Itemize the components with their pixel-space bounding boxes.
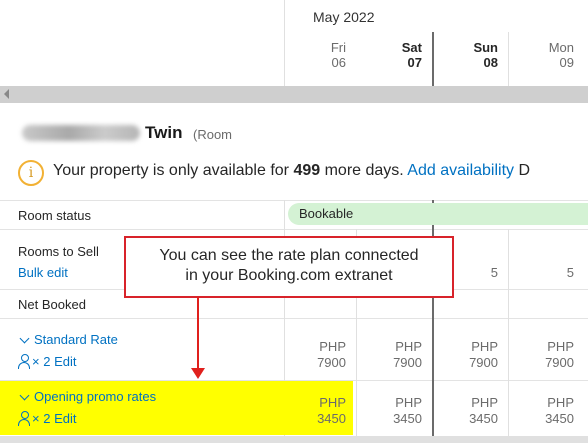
rate-plan-occupancy[interactable]: × 2 Edit	[18, 411, 76, 426]
occupancy-text: × 2	[32, 411, 51, 426]
price-currency: PHP	[547, 339, 574, 354]
rate-cell[interactable]: PHP 7900	[510, 339, 586, 371]
chevron-left-icon[interactable]	[4, 89, 9, 99]
day-name: Sat	[401, 40, 422, 55]
bottom-scrollbar[interactable]	[0, 436, 588, 443]
day-header-sat: Sat 07	[358, 40, 434, 70]
price-amount: 7900	[393, 355, 422, 370]
price-amount: 7900	[317, 355, 346, 370]
room-subtitle: (Room	[193, 127, 233, 142]
annotation-arrow	[197, 297, 199, 370]
info-icon: i	[18, 160, 44, 186]
price-amount: 7900	[545, 355, 574, 370]
row-divider	[0, 200, 588, 201]
annotation-callout: You can see the rate plan connected in y…	[124, 236, 454, 298]
price-currency: PHP	[547, 395, 574, 410]
price-currency: PHP	[319, 339, 346, 354]
day-name: Sun	[473, 40, 498, 55]
day-header-sun: Sun 08	[434, 40, 510, 70]
day-date: 08	[483, 55, 498, 70]
rate-cell[interactable]: PHP 7900	[358, 339, 434, 371]
chevron-down-icon[interactable]	[19, 333, 30, 344]
horizontal-scrollbar[interactable]	[0, 86, 588, 103]
rate-plan-name: Opening promo rates	[34, 389, 157, 404]
price-currency: PHP	[471, 395, 498, 410]
day-header-fri: Fri 06	[282, 40, 358, 70]
week-divider	[432, 32, 434, 86]
price-amount: 3450	[545, 411, 574, 426]
rate-cell[interactable]: PHP 3450	[510, 395, 586, 427]
add-availability-link[interactable]: Add availability	[407, 162, 514, 179]
notice-text: Your property is only available for	[53, 162, 294, 179]
rooms-to-sell-value[interactable]: 5	[510, 265, 586, 281]
availability-notice: Your property is only available for 499 …	[53, 162, 530, 180]
rate-plan-standard[interactable]: Standard Rate	[18, 332, 118, 347]
column-divider	[508, 32, 509, 86]
edit-link[interactable]: Edit	[54, 354, 76, 369]
edit-link[interactable]: Edit	[54, 411, 76, 426]
room-status-label: Room status	[18, 208, 91, 223]
row-divider	[0, 318, 588, 319]
rate-plan-promo[interactable]: Opening promo rates	[18, 389, 156, 404]
day-name: Fri	[330, 40, 346, 55]
callout-line: in your Booking.com extranet	[185, 267, 393, 284]
day-header-mon: Mon 09	[510, 40, 586, 70]
notice-days: 499	[293, 162, 321, 179]
rate-cell[interactable]: PHP 3450	[434, 395, 510, 427]
column-divider	[284, 0, 285, 86]
price-amount: 3450	[393, 411, 422, 426]
bulk-edit-link[interactable]: Bulk edit	[18, 265, 68, 280]
status-badge: Bookable	[288, 203, 588, 225]
price-currency: PHP	[395, 339, 422, 354]
rate-cell[interactable]: PHP 7900	[282, 339, 358, 371]
arrow-head-icon	[191, 368, 205, 379]
price-currency: PHP	[395, 395, 422, 410]
day-date: 07	[407, 55, 422, 70]
person-icon	[18, 354, 30, 369]
blurred-room-name	[22, 125, 140, 141]
chevron-down-icon[interactable]	[19, 390, 30, 401]
net-booked-label: Net Booked	[18, 297, 86, 312]
notice-trailing: D	[514, 162, 531, 179]
callout-line: You can see the rate plan connected	[159, 247, 419, 264]
room-title: Twin	[145, 123, 183, 142]
price-amount: 7900	[469, 355, 498, 370]
month-label: May 2022	[313, 9, 375, 25]
price-currency: PHP	[471, 339, 498, 354]
day-name: Mon	[548, 40, 574, 55]
day-date: 06	[331, 55, 346, 70]
notice-text-after: more days.	[320, 162, 408, 179]
person-icon	[18, 411, 30, 426]
rate-cell[interactable]: PHP 7900	[434, 339, 510, 371]
row-divider	[0, 229, 588, 230]
price-currency: PHP	[319, 395, 346, 410]
occupancy-text: × 2	[32, 354, 51, 369]
day-date: 09	[559, 55, 574, 70]
price-amount: 3450	[469, 411, 498, 426]
rooms-to-sell-label: Rooms to Sell	[18, 244, 99, 259]
rate-plan-name: Standard Rate	[34, 332, 118, 347]
rate-plan-occupancy[interactable]: × 2 Edit	[18, 354, 76, 369]
price-amount: 3450	[317, 411, 346, 426]
rate-cell[interactable]: PHP 3450	[282, 395, 358, 427]
rate-cell[interactable]: PHP 3450	[358, 395, 434, 427]
